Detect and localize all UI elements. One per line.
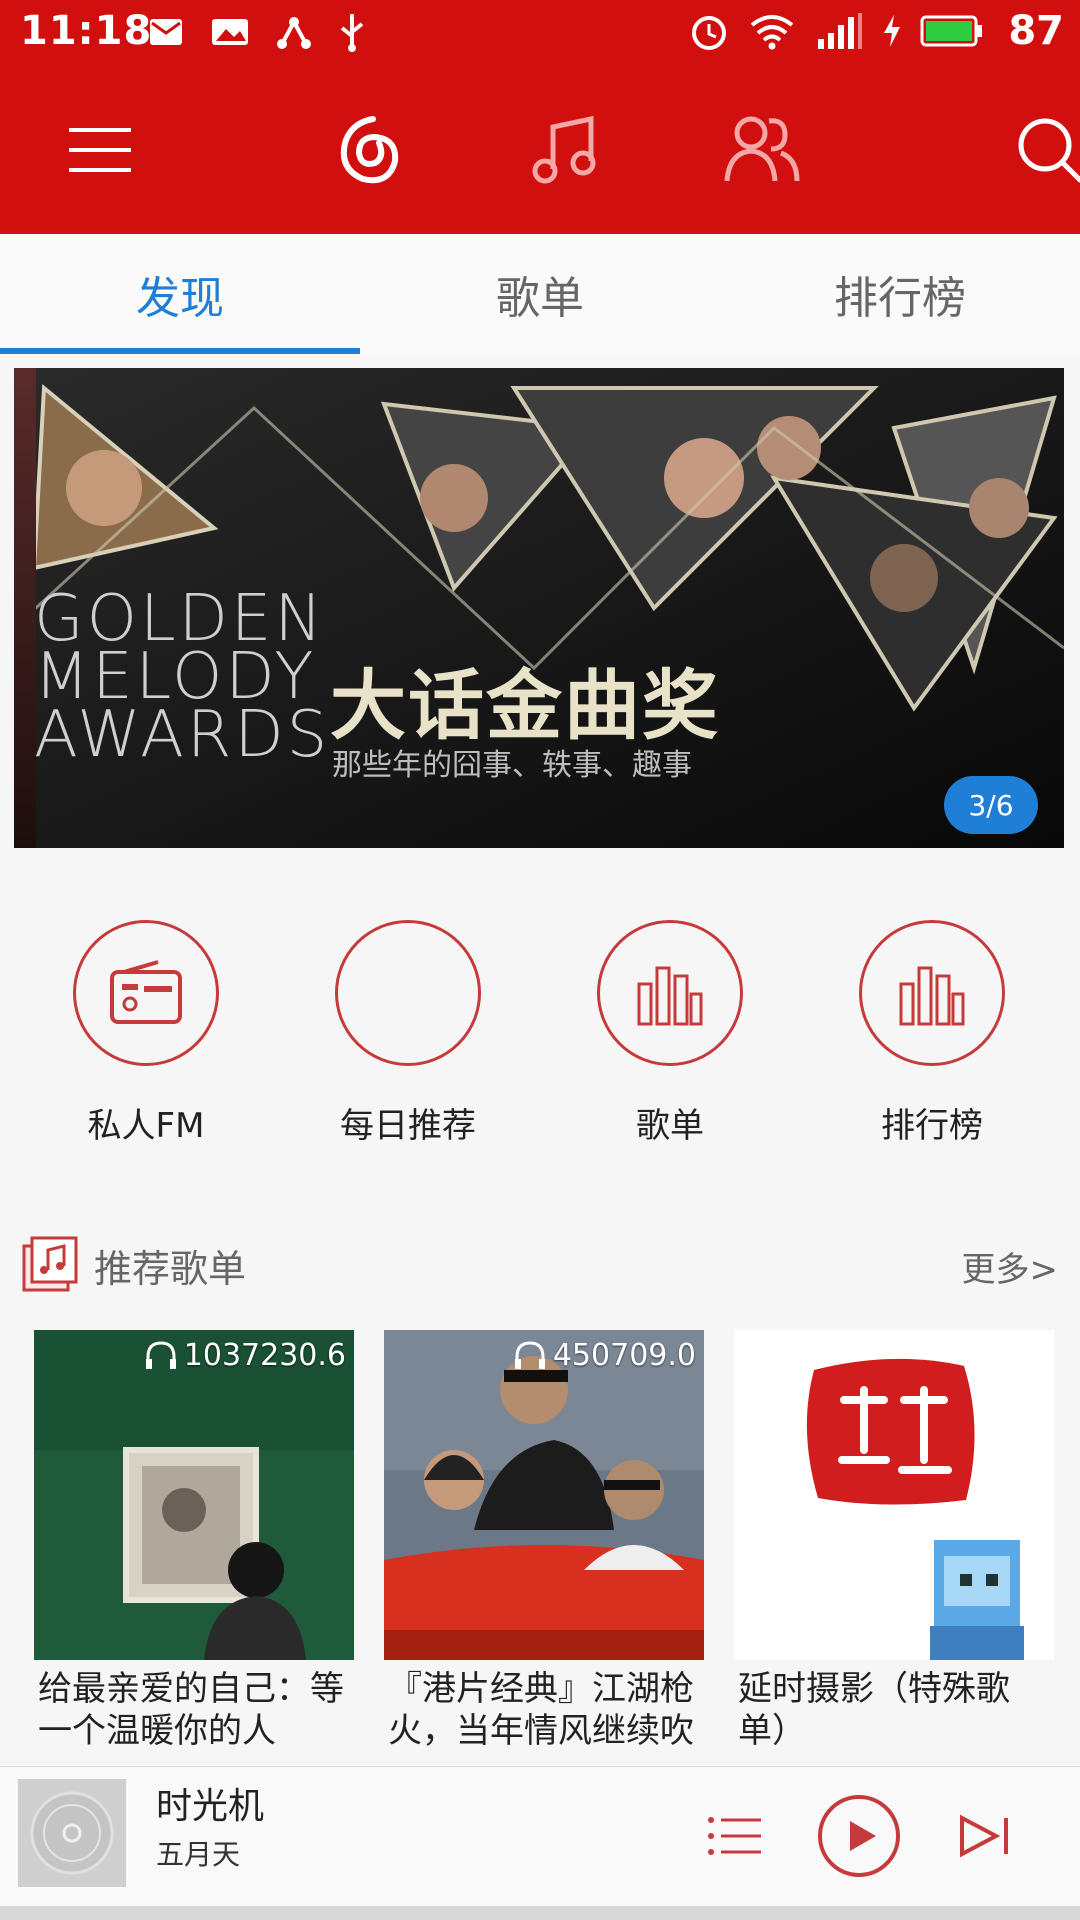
search-icon [1018, 118, 1080, 183]
quick-entry-label: 歌单 [636, 1106, 704, 1146]
active-tab-indicator [0, 348, 360, 354]
section-title: 推荐歌单 [94, 1247, 247, 1291]
bars-icon [899, 966, 965, 1026]
banner-english-text: GOLDEN MELODY AWARDS [34, 582, 331, 772]
play-count: 1037230.6 [144, 1338, 346, 1373]
friends-nav-button[interactable] [712, 100, 812, 200]
tab-discover[interactable]: 发现 [0, 234, 360, 354]
usb-icon [340, 14, 364, 52]
more-link[interactable]: 更多> [962, 1242, 1059, 1291]
wifi-icon [751, 15, 794, 50]
my-music-nav-button[interactable] [514, 100, 614, 200]
headphones-icon [514, 1340, 545, 1369]
cover-image-gallery [34, 1330, 354, 1660]
status-bar: 11:18 87 [0, 0, 1080, 72]
headphones-icon [145, 1340, 176, 1369]
menu-icon [69, 128, 131, 172]
discover-nav-button[interactable] [316, 100, 416, 200]
quick-entry-charts[interactable]: 排行榜 [822, 920, 1042, 1147]
playlist-cover [734, 1330, 1054, 1660]
playlist-cover: 1037230.6 [34, 1330, 354, 1660]
battery-icon [920, 15, 983, 47]
app-bar [0, 100, 1080, 210]
play-button[interactable] [814, 1791, 904, 1881]
playlist-card[interactable]: 450709.0 『港片经典』江湖枪火，当年情风继续吹 [384, 1330, 704, 1780]
usb-share-icon [277, 17, 311, 49]
playlist-icon [22, 1236, 78, 1292]
playlist-queue-button[interactable] [690, 1791, 780, 1881]
music-note-icon [532, 115, 596, 184]
quick-entries: 私人FM 每日推荐 歌单 排行榜 [0, 920, 1080, 1160]
app-screen: 11:18 87 发现 歌单 排行榜 GOLDEN MELODY AWARDS … [0, 0, 1080, 1920]
bottom-edge [0, 1906, 1080, 1920]
image-icon [212, 19, 248, 45]
tab-playlists[interactable]: 歌单 [360, 234, 720, 354]
playlist-title: 『港片经典』江湖枪火，当年情风继续吹 [388, 1669, 694, 1751]
now-playing-artist: 五月天 [156, 1838, 241, 1871]
quick-entry-personal-fm[interactable]: 私人FM [36, 920, 256, 1147]
skip-next-icon [960, 1814, 1008, 1858]
menu-button[interactable] [50, 100, 150, 200]
mini-player[interactable]: 时光机 五月天 [0, 1766, 1080, 1920]
signal-icon [818, 13, 863, 49]
album-thumbnail [18, 1779, 126, 1887]
playlist-cover: 450709.0 [384, 1330, 704, 1660]
mail-icon [150, 19, 182, 45]
playlist-title: 给最亲爱的自己：等一个温暖你的人 [38, 1669, 344, 1751]
banner-page-indicator: 3/6 [944, 776, 1038, 834]
disc-icon [30, 1791, 114, 1875]
play-icon [818, 1795, 900, 1877]
quick-entry-label: 每日推荐 [340, 1106, 476, 1146]
banner-title: 大话金曲奖 [330, 661, 720, 750]
playlist-title: 延时摄影（特殊歌单） [738, 1669, 1010, 1751]
charging-icon [884, 15, 901, 47]
battery-level: 87 [1008, 8, 1064, 54]
next-track-button[interactable] [940, 1791, 1030, 1881]
tab-charts[interactable]: 排行榜 [720, 234, 1080, 354]
queue-list-icon [708, 1817, 761, 1855]
play-count: 450709.0 [513, 1338, 696, 1373]
radio-icon [110, 960, 182, 1024]
quick-entry-label: 排行榜 [881, 1106, 983, 1146]
recommended-playlists-header: 推荐歌单 更多> [0, 1230, 1080, 1300]
playlist-card[interactable]: 1037230.6 给最亲爱的自己：等一个温暖你的人 [34, 1330, 354, 1780]
banner-subtitle: 那些年的囧事、轶事、趣事 [332, 748, 692, 783]
cover-image-movie-still [384, 1330, 704, 1660]
status-time: 11:18 [20, 8, 153, 54]
quick-entry-playlists[interactable]: 歌单 [560, 920, 780, 1147]
top-bar: 11:18 87 [0, 0, 1080, 234]
tab-bar: 发现 歌单 排行榜 [0, 234, 1080, 354]
alarm-icon [692, 16, 727, 50]
promo-banner[interactable]: GOLDEN MELODY AWARDS 大话金曲奖 那些年的囧事、轶事、趣事 … [14, 368, 1064, 848]
quick-entry-daily[interactable]: 每日推荐 [298, 920, 518, 1147]
netease-music-logo-icon [340, 116, 399, 184]
friends-icon [724, 116, 800, 182]
quick-entry-label: 私人FM [87, 1106, 205, 1146]
search-button[interactable] [1000, 100, 1080, 200]
bars-icon [637, 966, 703, 1026]
playlist-card[interactable]: 延时摄影（特殊歌单） [734, 1330, 1054, 1780]
cover-image-seal-art [734, 1330, 1054, 1660]
now-playing-title: 时光机 [156, 1786, 265, 1827]
